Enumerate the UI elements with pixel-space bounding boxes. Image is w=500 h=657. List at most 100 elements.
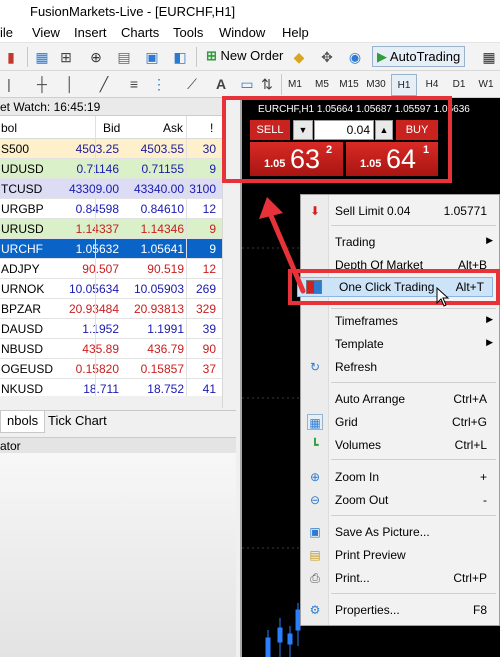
arrow-tools-icon[interactable]: ⇅: [258, 75, 276, 93]
row-ask: 1.14346: [140, 222, 184, 236]
menu-item-zoom-out[interactable]: ⊖ Zoom Out -: [301, 490, 500, 510]
menu-insert[interactable]: Insert: [74, 25, 107, 40]
menu-item-properties[interactable]: ⚙ Properties... F8: [301, 600, 500, 620]
menu-tools[interactable]: Tools: [173, 25, 203, 40]
menu-item-print[interactable]: ⎙ Print... Ctrl+P: [301, 568, 500, 588]
menu-item-grid[interactable]: ▦ Grid Ctrl+G: [301, 412, 500, 432]
menu-item-refresh[interactable]: ↻ Refresh: [301, 357, 500, 377]
menu-item-template[interactable]: Template ▶: [301, 334, 500, 354]
trendline-icon[interactable]: ╱: [95, 75, 113, 93]
timeframe-h1[interactable]: H1: [391, 74, 417, 96]
menu-item-sell-limit[interactable]: ⬇ Sell Limit 0.04 1.05771: [301, 201, 500, 221]
one-click-trading-label: One Click Trading: [339, 280, 435, 294]
column-symbol[interactable]: bol: [1, 121, 17, 135]
table-row[interactable]: UDUSD 0.71146 0.71155 9: [0, 159, 222, 179]
table-row[interactable]: S500 4503.25 4503.55 30: [0, 139, 222, 159]
menu-item-timeframes[interactable]: Timeframes ▶: [301, 311, 500, 331]
timeframe-h4[interactable]: H4: [419, 74, 445, 96]
timeframe-m30[interactable]: M30: [363, 74, 389, 96]
market-watch-icon[interactable]: ▦: [33, 48, 51, 66]
metaeditor-icon[interactable]: ◆: [290, 48, 308, 66]
table-row[interactable]: URGBP 0.84598 0.84610 12: [0, 199, 222, 219]
table-row[interactable]: DAUSD 1.1952 1.1991 39: [0, 319, 222, 339]
channel-icon[interactable]: ≡: [125, 75, 143, 93]
text-tool-icon[interactable]: A: [212, 75, 230, 93]
navigator-panel: [0, 453, 236, 657]
printer-icon: ⎙: [310, 571, 320, 585]
row-ask: 20.93813: [133, 302, 184, 316]
menu-window[interactable]: Window: [219, 25, 265, 40]
row-ask: 0.71155: [141, 162, 185, 176]
menu-item-volumes[interactable]: ┗ Volumes Ctrl+L: [301, 435, 500, 455]
timeframe-m15[interactable]: M15: [336, 74, 362, 96]
zoom-out-icon: ⊖: [309, 493, 321, 507]
row-bid: 1.05632: [75, 242, 119, 256]
row-spread: 9: [209, 242, 216, 256]
table-row[interactable]: URCHF 1.05632 1.05641 9: [0, 239, 222, 259]
row-bid: 0.71146: [76, 162, 120, 176]
save-picture-icon: ▣: [309, 525, 321, 539]
row-symbol: URCHF: [1, 242, 43, 256]
label-tool-icon[interactable]: ▭: [238, 75, 256, 93]
row-ask: 18.752: [147, 382, 184, 396]
table-row[interactable]: TCUSD 43309.00 43340.00 3100: [0, 179, 222, 199]
menu-view[interactable]: View: [32, 25, 60, 40]
menu-item-one-click-trading[interactable]: One Click Trading Alt+T: [297, 277, 493, 297]
crosshair-icon[interactable]: ⊕: [87, 48, 105, 66]
row-spread: 9: [209, 162, 216, 176]
row-symbol: NBUSD: [1, 342, 44, 356]
vertical-line-icon[interactable]: │: [61, 75, 79, 93]
timeframe-m5[interactable]: M5: [309, 74, 335, 96]
options-icon[interactable]: ✥: [318, 48, 336, 66]
data-window-icon[interactable]: ⊞: [57, 48, 75, 66]
refresh-icon: ↻: [309, 360, 321, 374]
row-spread: 39: [202, 322, 216, 336]
cursor-line-icon[interactable]: |: [0, 75, 18, 93]
menu-item-save-as-picture[interactable]: ▣ Save As Picture...: [301, 522, 500, 542]
row-ask: 90.519: [147, 262, 184, 276]
row-spread: 41: [202, 382, 216, 396]
new-order-icon: ⊞: [206, 48, 217, 63]
fibonacci-icon[interactable]: ⋮: [150, 75, 168, 93]
terminal-icon[interactable]: ▤: [115, 48, 133, 66]
strategy-tester-icon[interactable]: ▣: [143, 48, 161, 66]
table-row[interactable]: NBUSD 435.89 436.79 90: [0, 339, 222, 359]
table-row[interactable]: BPZAR 20.93484 20.93813 329: [0, 299, 222, 319]
navigator-header: ator: [0, 437, 236, 453]
table-row[interactable]: URNOK 10.05634 10.05903 269: [0, 279, 222, 299]
tab-symbols[interactable]: nbols: [0, 411, 46, 433]
menu-item-trading[interactable]: Trading ▶: [301, 232, 500, 252]
tab-tick-chart[interactable]: Tick Chart: [42, 411, 113, 433]
menu-help[interactable]: Help: [282, 25, 309, 40]
auto-arrange-shortcut: Ctrl+A: [453, 392, 487, 406]
market-watch-header: et Watch: 16:45:19: [0, 98, 222, 116]
table-row[interactable]: URUSD 1.14337 1.14346 9: [0, 219, 222, 239]
gann-icon[interactable]: ⟋: [183, 75, 201, 93]
table-row[interactable]: ADJPY 90.507 90.519 12: [0, 259, 222, 279]
menu-charts[interactable]: Charts: [121, 25, 159, 40]
new-order-button[interactable]: ⊞ New Order: [202, 46, 287, 67]
crosshair-tool-icon[interactable]: ┼: [33, 75, 51, 93]
timeframe-d1[interactable]: D1: [446, 74, 472, 96]
market-watch-hscroll[interactable]: [0, 396, 222, 410]
timeframe-m1[interactable]: M1: [282, 74, 308, 96]
standard-toolbar: ▮ ▦ ⊞ ⊕ ▤ ▣ ◧ ⊞ New Order ◆ ✥ ◉ ▶ AutoTr…: [0, 43, 500, 71]
timeframe-w1[interactable]: W1: [473, 74, 499, 96]
bars-icon[interactable]: ▮: [2, 48, 20, 66]
row-bid: 0.15820: [75, 362, 119, 376]
menu-file[interactable]: ile: [0, 25, 13, 40]
signals-icon[interactable]: ◉: [346, 48, 364, 66]
column-ask[interactable]: Ask: [163, 121, 183, 135]
menu-item-print-preview[interactable]: ▤ Print Preview: [301, 545, 500, 565]
column-divider: [95, 116, 96, 396]
menu-item-auto-arrange[interactable]: Auto Arrange Ctrl+A: [301, 389, 500, 409]
table-row[interactable]: OGEUSD 0.15820 0.15857 37: [0, 359, 222, 379]
expert-icon[interactable]: ▦: [480, 48, 498, 66]
navigator-icon[interactable]: ◧: [171, 48, 189, 66]
volumes-label: Volumes: [335, 438, 382, 452]
column-bid[interactable]: Bid: [103, 121, 120, 135]
sell-limit-label: Sell Limit 0.04: [335, 204, 411, 218]
menu-item-zoom-in[interactable]: ⊕ Zoom In +: [301, 467, 500, 487]
autotrading-button[interactable]: ▶ AutoTrading: [372, 46, 466, 67]
column-spread[interactable]: !: [210, 121, 213, 135]
